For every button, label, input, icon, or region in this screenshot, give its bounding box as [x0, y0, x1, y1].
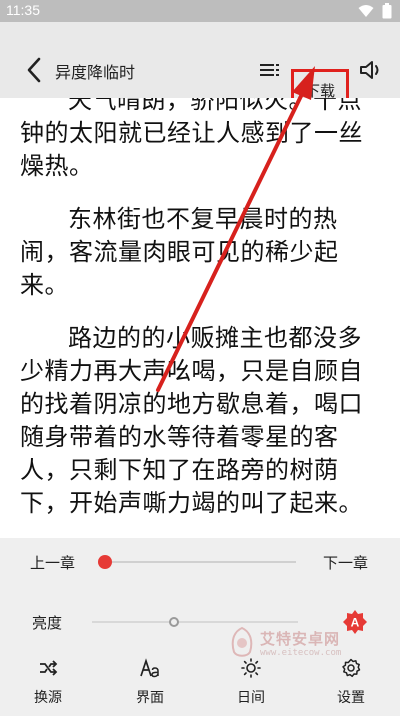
- paragraph: 东林街也不复早晨时的热闹，客流量肉眼可见的稀少起来。: [20, 205, 339, 299]
- back-arrow-icon: [27, 57, 41, 83]
- read-aloud-button[interactable]: [358, 58, 384, 82]
- book-title: 异度降临时: [55, 63, 136, 82]
- wifi-icon: [358, 5, 374, 17]
- chapter-row: 上一章 下一章: [0, 546, 400, 578]
- reader-toolbar: 异度降临时 下载: [0, 22, 400, 111]
- bottom-nav: 换源 界面 日间 设置: [0, 654, 400, 716]
- nav-change-source[interactable]: 换源: [16, 654, 80, 714]
- battery-icon: [382, 3, 392, 19]
- paragraph: 路边的的小贩摊主也都没多少精力再大声吆喝，只是自顾自的找着阴凉的地方歇息着，喝口…: [20, 324, 363, 517]
- status-bar: 11:35: [0, 0, 400, 22]
- chapter-progress-slider[interactable]: [100, 561, 296, 563]
- brightness-label: 亮度: [32, 614, 63, 632]
- system-icons: [358, 3, 392, 19]
- nav-settings[interactable]: 设置: [319, 654, 383, 714]
- brightness-slider[interactable]: [92, 621, 298, 623]
- speaker-icon: [360, 61, 379, 79]
- nav-label: 设置: [337, 690, 365, 706]
- reader-control-panel: 上一章 下一章 亮度 A 艾特安卓网 www.eitecow.com 换源 界面…: [0, 538, 400, 716]
- watermark-text: 艾特安卓网: [260, 630, 341, 648]
- gear-icon: [342, 658, 361, 678]
- next-chapter-button[interactable]: 下一章: [323, 552, 368, 573]
- nav-label: 日间: [237, 690, 265, 706]
- nav-day-mode[interactable]: 日间: [219, 654, 283, 714]
- chapter-slider-thumb[interactable]: [98, 555, 112, 569]
- paragraph: 天气晴朗，骄阳似火。十点钟的太阳就已经让人感到了一丝燥热。: [20, 98, 363, 180]
- nav-label: 界面: [136, 690, 164, 706]
- sun-icon: [241, 658, 261, 678]
- back-button[interactable]: [22, 56, 46, 84]
- swap-source-icon: [40, 660, 58, 676]
- nav-label: 换源: [34, 690, 62, 706]
- table-of-contents-button[interactable]: [258, 58, 284, 82]
- prev-chapter-button[interactable]: 上一章: [30, 552, 75, 573]
- brightness-slider-thumb[interactable]: [169, 617, 180, 627]
- nav-interface[interactable]: 界面: [118, 654, 182, 714]
- reading-area[interactable]: 天气晴朗，骄阳似火。十点钟的太阳就已经让人感到了一丝燥热。 东林街也不复早晨时的…: [0, 98, 400, 538]
- status-time: 11:35: [6, 2, 40, 18]
- menu-list-icon: [260, 64, 279, 76]
- font-aa-icon: [140, 658, 159, 678]
